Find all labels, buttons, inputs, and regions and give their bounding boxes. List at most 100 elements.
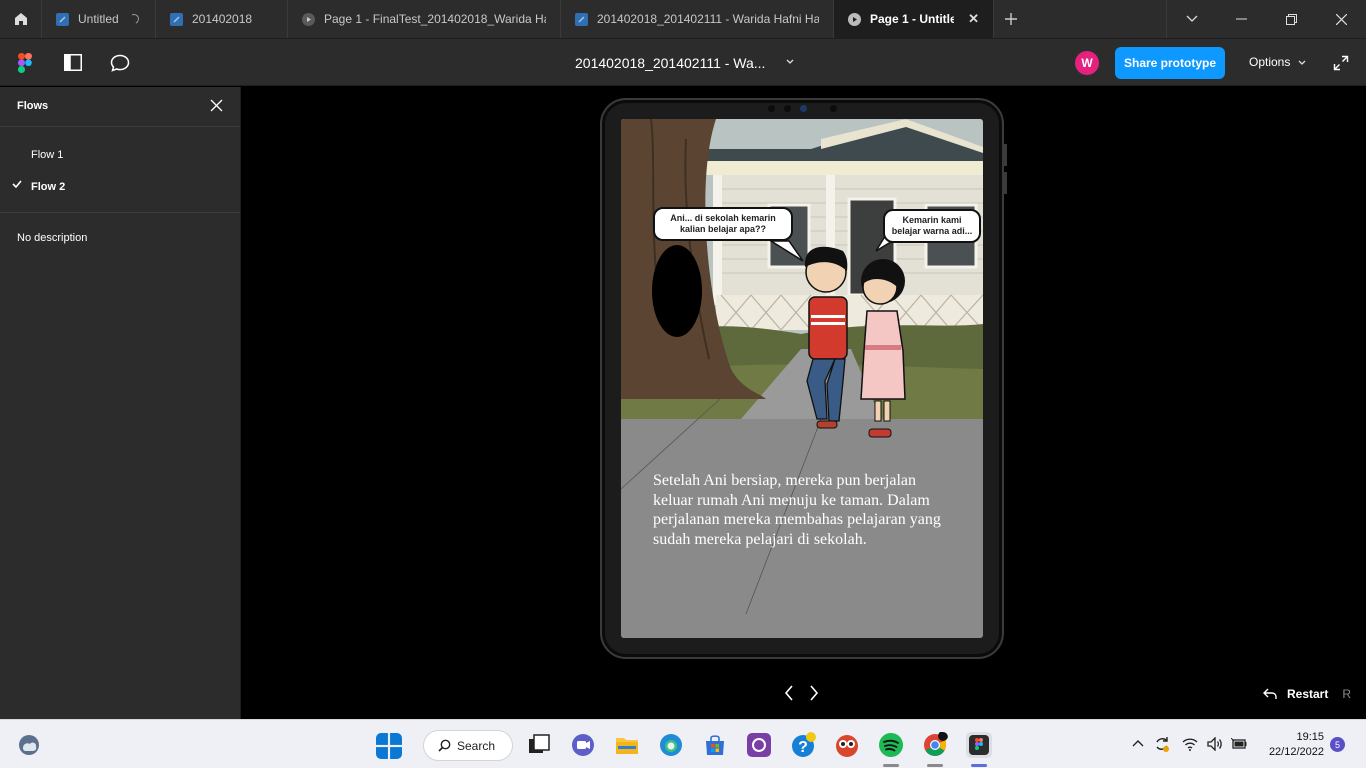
- chevron-down-icon[interactable]: [786, 59, 794, 65]
- prototype-screen[interactable]: Ani... di sekolah kemarin kalian belajar…: [621, 119, 983, 638]
- sync-icon[interactable]: [1154, 736, 1170, 752]
- edge-browser-icon[interactable]: [658, 732, 684, 758]
- battery-charging-icon[interactable]: [1231, 738, 1247, 750]
- figma-file-icon: [56, 12, 69, 26]
- tray-chevron-up-icon[interactable]: [1132, 739, 1144, 747]
- restore-icon: [1285, 13, 1297, 25]
- close-window-button[interactable]: [1316, 0, 1366, 38]
- loading-spinner-icon: [127, 12, 141, 26]
- tab-untitled[interactable]: Untitled: [42, 0, 156, 38]
- camera-dot: [784, 105, 791, 112]
- tab-201402018[interactable]: 201402018: [156, 0, 288, 38]
- task-view-icon[interactable]: [526, 732, 552, 758]
- next-frame-button[interactable]: [809, 685, 819, 701]
- taskbar-search-box[interactable]: Search: [423, 730, 513, 761]
- search-label: Search: [457, 738, 496, 753]
- wifi-icon[interactable]: [1182, 737, 1198, 751]
- close-icon[interactable]: [210, 99, 223, 112]
- home-icon: [14, 13, 27, 25]
- restore-button[interactable]: [1266, 0, 1316, 38]
- flow-label: Flow 2: [31, 181, 66, 193]
- device-side-button: [1004, 172, 1007, 194]
- story-illustration: [621, 119, 983, 638]
- minimize-icon: [1235, 18, 1247, 20]
- tab-finaltest-prototype[interactable]: Page 1 - FinalTest_201402018_Warida Haf: [288, 0, 561, 38]
- prototype-toolbar: 201402018_201402111 - Wa... W Share prot…: [0, 38, 1366, 86]
- teams-chat-icon[interactable]: [570, 732, 596, 758]
- help-tips-icon[interactable]: ?: [790, 732, 816, 758]
- close-icon: [1335, 13, 1347, 25]
- app-running-indicator: [883, 764, 899, 767]
- tab-label: 201402018: [192, 12, 253, 26]
- story-narration: Setelah Ani bersiap, mereka pun berjalan…: [653, 472, 941, 548]
- windows-start-icon[interactable]: [376, 733, 402, 759]
- camera-lens: [800, 105, 807, 112]
- fullscreen-expand-icon[interactable]: [1333, 55, 1349, 71]
- flows-panel: Flows Flow 1 Flow 2 No description: [0, 87, 241, 719]
- app-active-indicator: [971, 764, 987, 767]
- figma-taskbar-icon[interactable]: [966, 732, 992, 758]
- plus-icon: [1005, 13, 1017, 25]
- restart-arrow-icon: [1263, 688, 1277, 699]
- windows-taskbar: Search ? 19:15 22/12/2022 5: [0, 719, 1366, 768]
- flow-list: Flow 1 Flow 2: [0, 127, 240, 213]
- flow-item-flow-2[interactable]: Flow 2: [0, 171, 240, 203]
- document-title[interactable]: 201402018_201402111 - Wa...: [575, 55, 765, 71]
- minimize-button[interactable]: [1216, 0, 1266, 38]
- notification-badge[interactable]: 5: [1330, 737, 1345, 752]
- prototype-canvas: Ani... di sekolah kemarin kalian belajar…: [241, 87, 1366, 719]
- tab-bar: Untitled 201402018 Page 1 - FinalTest_20…: [0, 0, 1366, 38]
- search-icon: [438, 739, 451, 752]
- play-icon: [302, 12, 315, 26]
- restart-label: Restart: [1287, 687, 1329, 701]
- tab-label: Untitled: [78, 12, 119, 26]
- flow-description: No description: [17, 232, 88, 244]
- flow-item-flow-1[interactable]: Flow 1: [0, 139, 240, 171]
- device-side-button: [1004, 144, 1007, 166]
- share-prototype-button[interactable]: Share prototype: [1115, 47, 1225, 79]
- camera-dot: [768, 105, 775, 112]
- user-avatar[interactable]: W: [1075, 51, 1099, 75]
- clock-date: 22/12/2022: [1268, 746, 1324, 758]
- microsoft-store-icon[interactable]: [702, 732, 728, 758]
- figma-file-icon: [575, 12, 588, 26]
- app-purple-icon[interactable]: [746, 732, 772, 758]
- restart-button[interactable]: Restart R: [1263, 687, 1351, 701]
- tab-label: Page 1 - FinalTest_201402018_Warida Haf: [324, 12, 546, 26]
- previous-frame-button[interactable]: [784, 685, 794, 701]
- options-label: Options: [1249, 55, 1291, 69]
- window-controls: [1166, 0, 1366, 38]
- chrome-icon[interactable]: [922, 732, 948, 758]
- tab-201402018-201402111[interactable]: 201402018_201402111 - Warida Hafni Has: [561, 0, 834, 38]
- chevron-down-icon: [1298, 60, 1306, 65]
- figma-logo-icon[interactable]: [18, 53, 32, 73]
- camera-dot: [830, 105, 837, 112]
- flows-panel-header: Flows: [0, 87, 240, 127]
- flow-label: Flow 1: [31, 149, 64, 161]
- tab-label: Page 1 - Untitled: [870, 12, 954, 26]
- restart-shortcut-key: R: [1342, 687, 1352, 701]
- panel-toggle-icon[interactable]: [64, 54, 82, 71]
- file-explorer-icon[interactable]: [614, 732, 640, 758]
- chevron-down-icon: [1186, 15, 1197, 22]
- panel-title: Flows: [17, 100, 49, 112]
- spotify-icon[interactable]: [878, 732, 904, 758]
- weather-widget-icon[interactable]: [18, 734, 40, 756]
- speech-bubble-boy: Ani... di sekolah kemarin kalian belajar…: [653, 207, 793, 241]
- play-icon: [848, 12, 861, 26]
- new-tab-button[interactable]: [994, 0, 1028, 38]
- tab-close-icon[interactable]: ✕: [968, 11, 979, 27]
- app-running-indicator: [927, 764, 943, 767]
- system-clock[interactable]: 19:15 22/12/2022: [1262, 730, 1324, 760]
- home-button[interactable]: [0, 0, 42, 38]
- figma-file-icon: [170, 12, 183, 26]
- volume-icon[interactable]: [1207, 737, 1223, 751]
- clock-time: 19:15: [1296, 731, 1324, 743]
- tab-page1-untitled[interactable]: Page 1 - Untitled ✕: [834, 0, 994, 38]
- tablet-frame: Ani... di sekolah kemarin kalian belajar…: [600, 98, 1007, 659]
- speech-bubble-girl: Kemarin kami belajar warna adi...: [883, 209, 981, 243]
- comment-icon[interactable]: [110, 54, 130, 72]
- owl-app-icon[interactable]: [834, 732, 860, 758]
- options-button[interactable]: Options: [1249, 55, 1306, 69]
- tabs-dropdown-button[interactable]: [1166, 0, 1216, 38]
